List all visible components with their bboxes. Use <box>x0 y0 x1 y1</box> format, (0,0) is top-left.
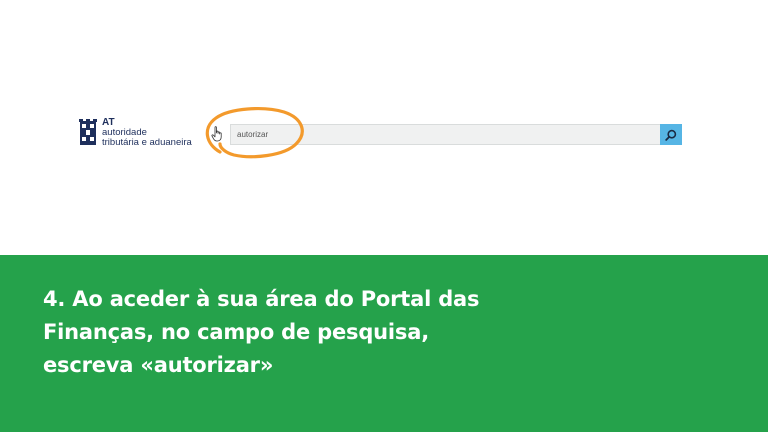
video-frame: AT autoridade tributária e aduaneira 4. … <box>0 0 768 432</box>
caption-line-3: escreva «autorizar» <box>43 353 274 377</box>
hand-pointer-cursor-icon <box>211 126 222 142</box>
caption-line-2: Finanças, no campo de pesquisa, <box>43 320 429 344</box>
search-icon <box>665 129 677 141</box>
at-logo[interactable]: AT autoridade tributária e aduaneira <box>79 118 199 149</box>
portuguese-shield-icon <box>79 119 97 145</box>
logo-wordmark: AT autoridade tributária e aduaneira <box>102 118 192 148</box>
portal-screenshot-area: AT autoridade tributária e aduaneira <box>0 0 768 255</box>
caption-line-1: 4. Ao aceder à sua área do Portal das <box>43 287 480 311</box>
search-button[interactable] <box>660 124 682 145</box>
logo-line-2: tributária e aduaneira <box>102 137 192 148</box>
search-input[interactable] <box>231 125 661 144</box>
search-bar <box>230 124 682 145</box>
step-caption: 4. Ao aceder à sua área do Portal das Fi… <box>43 283 603 382</box>
